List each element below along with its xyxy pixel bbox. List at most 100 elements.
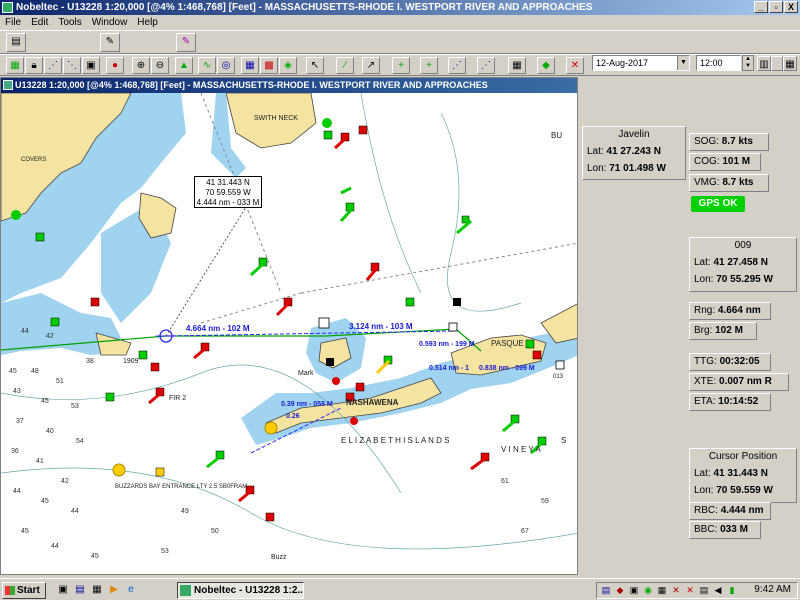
chart-pen-icon[interactable]: ✎ xyxy=(100,33,120,52)
crosshair-icon[interactable]: + xyxy=(392,57,410,74)
svg-text:53: 53 xyxy=(71,403,79,410)
layers-icon[interactable]: ▦ xyxy=(241,57,259,74)
print-icon[interactable]: ▣ xyxy=(82,57,100,74)
tray-app-icon[interactable]: ▣ xyxy=(629,585,639,596)
cog-box: COG: 101 M xyxy=(689,153,761,171)
menu-help[interactable]: Help xyxy=(137,17,158,28)
nobeltec-app-icon xyxy=(180,585,191,596)
globe-icon[interactable]: ◈ xyxy=(279,57,297,74)
depth-contour xyxy=(360,93,422,294)
eta-label: ETA: xyxy=(694,396,716,407)
select-icon[interactable]: ↖ xyxy=(306,57,324,74)
rng-label: Rng: xyxy=(694,305,716,316)
folder-icon[interactable]: ▤ xyxy=(73,583,87,597)
svg-text:59: 59 xyxy=(541,498,549,505)
start-button[interactable]: Start xyxy=(2,582,46,599)
graph-icon[interactable]: ∕ xyxy=(336,57,354,74)
route-leg-label: 0.593 nm - 199 M xyxy=(419,341,475,348)
alert-icon[interactable]: ✕ xyxy=(685,585,695,596)
depth-contour xyxy=(440,112,522,312)
tools-tray-icon[interactable]: ✕ xyxy=(671,585,681,596)
clock[interactable]: 9:42 AM xyxy=(754,584,791,595)
route-icon[interactable]: ⋰ xyxy=(44,57,62,74)
grid-view-icon[interactable]: ▦ xyxy=(783,56,797,71)
stop-icon[interactable]: ● xyxy=(106,57,124,74)
chevron-down-icon[interactable]: ▼ xyxy=(677,56,689,70)
track-icon[interactable]: ∿ xyxy=(198,57,216,74)
svg-text:37: 37 xyxy=(16,418,24,425)
chart-lock-icon[interactable]: 🔒︎ xyxy=(25,57,43,74)
svg-text:36: 36 xyxy=(11,448,19,455)
chart-title-bar[interactable]: U13228 1:20,000 [@4% 1:468,768] [Feet] -… xyxy=(1,78,577,93)
target-icon[interactable]: ◎ xyxy=(217,57,235,74)
bbc-value: 033 M xyxy=(720,524,748,535)
menu-edit[interactable]: Edit xyxy=(31,17,48,28)
sog-label: SOG: xyxy=(694,136,720,147)
chart-window[interactable]: U13228 1:20,000 [@4% 1:468,768] [Feet] -… xyxy=(0,77,578,575)
time-field[interactable]: 12:00 xyxy=(696,55,741,71)
label-nashawena: NASHAWENA xyxy=(346,398,399,407)
grid-icon[interactable]: ▦ xyxy=(508,57,526,74)
desktop-icon[interactable]: ▣ xyxy=(56,583,70,597)
speaker-icon[interactable]: ◀ xyxy=(713,585,723,596)
xte-value: 0.007 nm R xyxy=(719,376,772,387)
overlay-icon[interactable]: ▩ xyxy=(260,57,278,74)
cur-lat-label: Lat: xyxy=(694,468,711,479)
menu-tools[interactable]: Tools xyxy=(58,17,81,28)
mark-icon[interactable]: + xyxy=(420,57,438,74)
svg-text:45: 45 xyxy=(21,528,29,535)
range-icon[interactable]: ↗ xyxy=(362,57,380,74)
tools-icon[interactable]: ✕ xyxy=(566,57,584,74)
chart-toolbar: ▤ ✎ ✎ xyxy=(0,30,800,54)
time-spinner[interactable]: ▲ ▼ xyxy=(742,55,754,71)
sog-value: 8.7 kts xyxy=(721,136,753,147)
vmg-box: VMG: 8.7 kts xyxy=(689,174,769,192)
route-plan-icon[interactable]: ⋰ xyxy=(448,57,466,74)
chart-10-icon[interactable]: ▤ xyxy=(6,33,26,52)
rbc-box: RBC: 4.444 nm xyxy=(689,502,771,520)
update-icon[interactable]: ◉ xyxy=(643,585,653,596)
menu-file[interactable]: File xyxy=(5,17,21,28)
checkbox[interactable] xyxy=(771,56,783,71)
window-title-bar[interactable]: Nobeltec - U13228 1:20,000 [@4% 1:468,76… xyxy=(0,0,800,15)
chart-list-icon[interactable]: ▦ xyxy=(6,57,24,74)
security-icon[interactable]: ◆ xyxy=(615,585,625,596)
minimize-button[interactable]: _ xyxy=(754,1,768,13)
boat-icon[interactable]: ◆ xyxy=(537,57,555,74)
media-icon[interactable]: ▶ xyxy=(107,583,121,597)
menu-bar: File Edit Tools Window Help xyxy=(0,15,800,29)
label-buzzards: BUZZARDS BAY ENTRANCE LTY 2.5 SB0FRAM xyxy=(115,484,247,490)
buoy-icon[interactable]: ▲ xyxy=(175,57,193,74)
zoom-out-icon[interactable]: ⊖ xyxy=(151,57,169,74)
cursor-popup: 41 31.443 N 70 59.559 W 4.444 nm - 033 M xyxy=(194,176,262,208)
sog-box: SOG: 8.7 kts xyxy=(689,133,769,151)
route-edit-icon[interactable]: ⋰ xyxy=(477,57,495,74)
date-picker[interactable]: 12-Aug-2017 ▼ xyxy=(592,55,690,71)
power-icon[interactable]: ▮ xyxy=(727,585,737,596)
popup-lon: 70 59.559 W xyxy=(205,188,251,197)
time-value: 12:00 xyxy=(700,58,723,68)
zoom-in-icon[interactable]: ⊕ xyxy=(132,57,150,74)
cog-label: COG: xyxy=(694,156,720,167)
close-button[interactable]: X xyxy=(784,1,798,13)
label-vineyard: V I N E Y A xyxy=(501,445,541,454)
display-icon[interactable]: ▦ xyxy=(657,585,667,596)
printer-icon[interactable]: ▤ xyxy=(699,585,709,596)
browser-icon[interactable]: e xyxy=(124,583,138,597)
nautical-chart[interactable]: 45 48 51 43 45 53 37 40 54 36 41 42 44 45 44 45 44 4… xyxy=(1,93,578,575)
menu-window[interactable]: Window xyxy=(92,17,128,28)
maximize-button[interactable]: ▫ xyxy=(769,1,783,13)
film-icon[interactable]: ▥ xyxy=(757,56,771,71)
svg-text:42: 42 xyxy=(61,478,69,485)
svg-text:51: 51 xyxy=(56,378,64,385)
network-icon[interactable]: ▤ xyxy=(601,585,611,596)
brg-value: 102 M xyxy=(715,325,743,336)
explorer-icon[interactable]: ▦ xyxy=(90,583,104,597)
svg-text:53: 53 xyxy=(161,548,169,555)
taskbar-nobeltec[interactable]: Nobeltec - U13228 1:2... xyxy=(177,582,304,599)
label-013: 013 xyxy=(553,374,564,380)
svg-text:40: 40 xyxy=(46,428,54,435)
chart-draw-icon[interactable]: ✎ xyxy=(176,33,196,52)
wp-lat: 41 27.458 N xyxy=(713,257,768,268)
waypoint-icon[interactable]: ⋱ xyxy=(63,57,81,74)
